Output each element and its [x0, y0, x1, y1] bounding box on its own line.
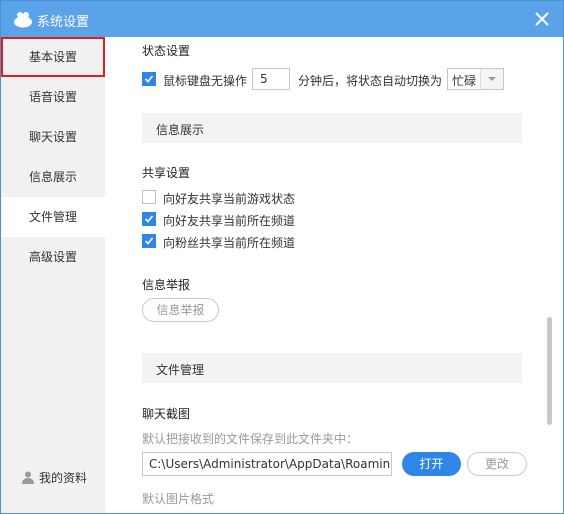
- image-format-label: 默认图片格式: [142, 492, 215, 506]
- app-logo-icon: [14, 12, 32, 28]
- sidebar: 基本设置 语音设置 聊天设置 信息展示 文件管理 高级设置 我的资料: [1, 37, 105, 513]
- settings-content: 状态设置 鼠标键盘无操作 5 分钟后，将状态自动切换为 忙碌 信息展示 共享设置…: [105, 37, 563, 513]
- chat-screenshot-heading: 聊天截图: [142, 407, 191, 421]
- window-title: 系统设置: [37, 15, 90, 30]
- share-channel-friends-checkbox[interactable]: [142, 212, 156, 226]
- sidebar-item-advanced-settings[interactable]: 高级设置: [1, 237, 105, 277]
- sidebar-item-label: 信息展示: [28, 170, 77, 184]
- sidebar-item-label: 基本设置: [28, 50, 77, 64]
- checkmark-icon: [144, 75, 154, 83]
- share-channel-fans-label: 向粉丝共享当前所在频道: [163, 236, 296, 250]
- sidebar-item-info-display[interactable]: 信息展示: [1, 157, 105, 197]
- auto-status-select[interactable]: 忙碌: [447, 68, 504, 90]
- checkmark-icon: [144, 215, 154, 223]
- my-profile-label: 我的资料: [39, 470, 88, 485]
- share-settings-heading: 共享设置: [142, 166, 191, 180]
- share-game-status-label: 向好友共享当前游戏状态: [163, 192, 296, 206]
- dropdown-button[interactable]: [480, 69, 503, 89]
- share-game-status-checkbox[interactable]: [142, 190, 156, 204]
- file-management-band-title: 文件管理: [156, 363, 205, 377]
- share-channel-friends-label: 向好友共享当前所在频道: [163, 214, 296, 228]
- info-report-button[interactable]: 信息举报: [142, 298, 219, 322]
- sidebar-item-label: 文件管理: [28, 210, 77, 224]
- info-display-band-title: 信息展示: [156, 123, 205, 137]
- sidebar-item-file-management[interactable]: 文件管理: [1, 197, 105, 237]
- idle-status-checkbox[interactable]: [142, 72, 156, 86]
- info-report-heading: 信息举报: [142, 278, 191, 292]
- open-folder-button[interactable]: 打开: [402, 452, 461, 476]
- idle-after-text: 分钟后，将状态自动切换为: [298, 74, 443, 88]
- change-folder-button[interactable]: 更改: [467, 452, 527, 476]
- user-icon: [22, 471, 34, 484]
- idle-status-label: 鼠标键盘无操作: [163, 74, 248, 88]
- sidebar-item-label: 高级设置: [28, 250, 77, 264]
- sidebar-item-voice-settings[interactable]: 语音设置: [1, 77, 105, 117]
- idle-minutes-input[interactable]: 5: [252, 68, 290, 90]
- save-folder-hint: 默认把接收到的文件保存到此文件夹中：: [142, 432, 359, 446]
- sidebar-item-label: 聊天设置: [28, 130, 77, 144]
- file-management-band: 文件管理: [142, 353, 522, 383]
- share-channel-fans-checkbox[interactable]: [142, 234, 156, 248]
- scrollbar-thumb[interactable]: [547, 317, 552, 425]
- save-path-input[interactable]: C:\Users\Administrator\AppData\Roaming: [142, 452, 392, 476]
- my-profile-link[interactable]: 我的资料: [21, 467, 87, 487]
- sidebar-item-label: 语音设置: [28, 90, 77, 104]
- sidebar-item-chat-settings[interactable]: 聊天设置: [1, 117, 105, 157]
- status-settings-heading: 状态设置: [142, 44, 191, 58]
- info-display-band: 信息展示: [142, 113, 522, 143]
- sidebar-item-basic-settings[interactable]: 基本设置: [1, 37, 105, 77]
- close-icon[interactable]: [531, 8, 553, 30]
- checkmark-icon: [144, 237, 154, 245]
- title-bar[interactable]: 系统设置: [1, 1, 563, 37]
- chevron-down-icon: [488, 77, 496, 81]
- auto-status-value: 忙碌: [452, 74, 477, 88]
- settings-window: 系统设置 基本设置 语音设置 聊天设置 信息展示 文件管理 高级设置 我的资料 …: [0, 0, 564, 514]
